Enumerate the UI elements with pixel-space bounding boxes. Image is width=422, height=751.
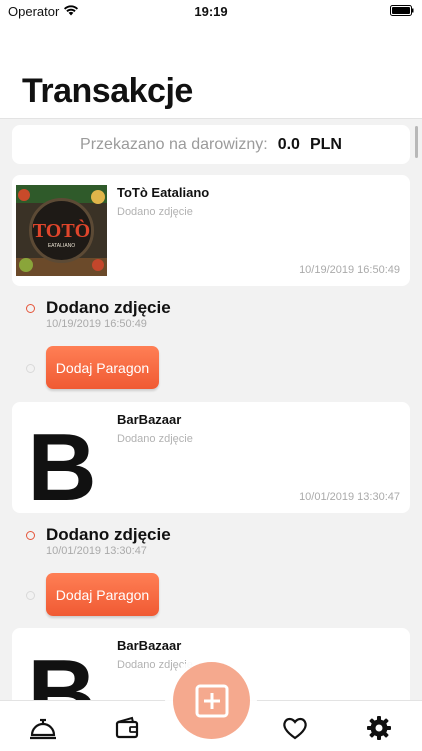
scrollbar[interactable] xyxy=(415,126,418,158)
timeline-action: Dodaj Paragon xyxy=(0,346,422,390)
timeline-event: Dodano zdjęcie 10/01/2019 13:30:47 xyxy=(0,525,422,565)
donation-currency: PLN xyxy=(309,135,342,153)
merchant-name: ToTò Eataliano xyxy=(117,185,210,200)
timeline-dot-inactive xyxy=(26,364,35,373)
donation-summary: Przekazano na darowizny: 0.0 PLN xyxy=(12,125,410,164)
header: Transakcje xyxy=(0,22,422,119)
donation-value: 0.0 xyxy=(277,135,300,153)
add-receipt-button[interactable]: Dodaj Paragon xyxy=(46,573,159,616)
svg-text:B: B xyxy=(27,414,96,503)
status-bar: Operator 19:19 xyxy=(0,0,422,22)
timeline-date: 10/19/2019 16:50:49 xyxy=(46,318,147,330)
transaction-card[interactable]: B BarBazaar Dodano zdjęcie 10/01/2019 13… xyxy=(12,402,410,513)
wallet-icon[interactable] xyxy=(112,713,142,743)
timeline-action: Dodaj Paragon xyxy=(0,573,422,617)
timeline-dot-active xyxy=(26,304,35,313)
transaction-card[interactable]: TOTÒ EATALIANO ToTò Eataliano Dodano zdj… xyxy=(12,175,410,286)
timeline-label: Dodano zdjęcie xyxy=(46,298,171,317)
restaurant-logo-image: TOTÒ EATALIANO xyxy=(16,185,107,276)
transaction-status: Dodano zdjęcie xyxy=(117,206,193,218)
transaction-date: 10/19/2019 16:50:49 xyxy=(299,264,400,276)
merchant-logo-image: B xyxy=(16,412,107,503)
timeline-event: Dodano zdjęcie 10/19/2019 16:50:49 xyxy=(0,298,422,338)
timeline-label: Dodano zdjęcie xyxy=(46,525,171,544)
timeline-dot-inactive xyxy=(26,591,35,600)
add-receipt-button[interactable]: Dodaj Paragon xyxy=(46,346,159,389)
timeline-date: 10/01/2019 13:30:47 xyxy=(46,545,147,557)
battery-icon xyxy=(390,5,414,16)
add-receipt-icon xyxy=(195,684,228,717)
svg-text:EATALIANO: EATALIANO xyxy=(48,243,75,249)
timeline-dot-active xyxy=(26,531,35,540)
svg-text:TOTÒ: TOTÒ xyxy=(33,218,90,242)
heart-icon[interactable] xyxy=(280,713,310,743)
merchant-name: BarBazaar xyxy=(117,412,182,427)
service-bell-icon[interactable] xyxy=(28,713,58,743)
clock: 19:19 xyxy=(194,4,228,19)
add-receipt-fab[interactable] xyxy=(173,662,250,739)
merchant-name: BarBazaar xyxy=(117,638,182,653)
gear-icon[interactable] xyxy=(364,713,394,743)
transaction-status: Dodano zdjęcie xyxy=(117,433,193,445)
donation-label: Przekazano na darowizny: xyxy=(80,135,268,153)
page-title: Transakcje xyxy=(22,72,193,110)
transaction-date: 10/01/2019 13:30:47 xyxy=(299,491,400,503)
